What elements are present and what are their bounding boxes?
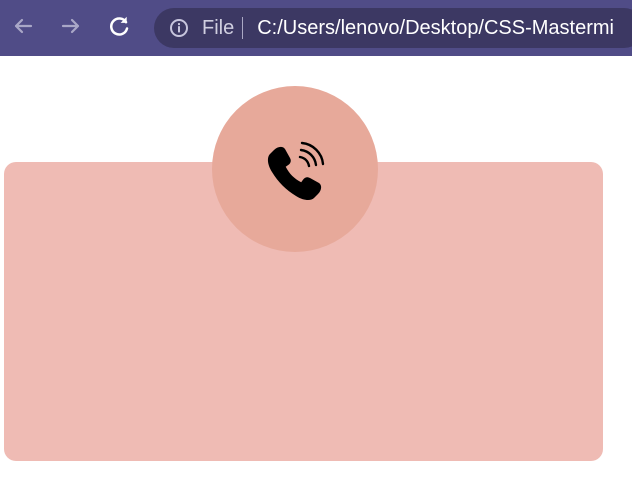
forward-button[interactable] xyxy=(58,13,84,39)
url-scheme-label: File xyxy=(202,17,235,39)
back-button[interactable] xyxy=(10,13,36,39)
url-text[interactable]: C:/Users/lenovo/Desktop/CSS-Mastermi xyxy=(257,18,614,38)
phone-ringing-icon xyxy=(258,132,332,206)
info-icon[interactable] xyxy=(169,18,189,38)
page-content xyxy=(0,56,632,487)
reload-icon xyxy=(110,16,129,36)
address-bar[interactable]: File C:/Users/lenovo/Desktop/CSS-Masterm… xyxy=(154,8,632,48)
phone-icon-circle xyxy=(212,86,378,252)
browser-toolbar: File C:/Users/lenovo/Desktop/CSS-Masterm… xyxy=(0,0,632,56)
address-separator xyxy=(242,17,244,39)
reload-button[interactable] xyxy=(106,13,132,39)
arrow-left-icon xyxy=(14,18,33,34)
arrow-right-icon xyxy=(61,18,80,34)
